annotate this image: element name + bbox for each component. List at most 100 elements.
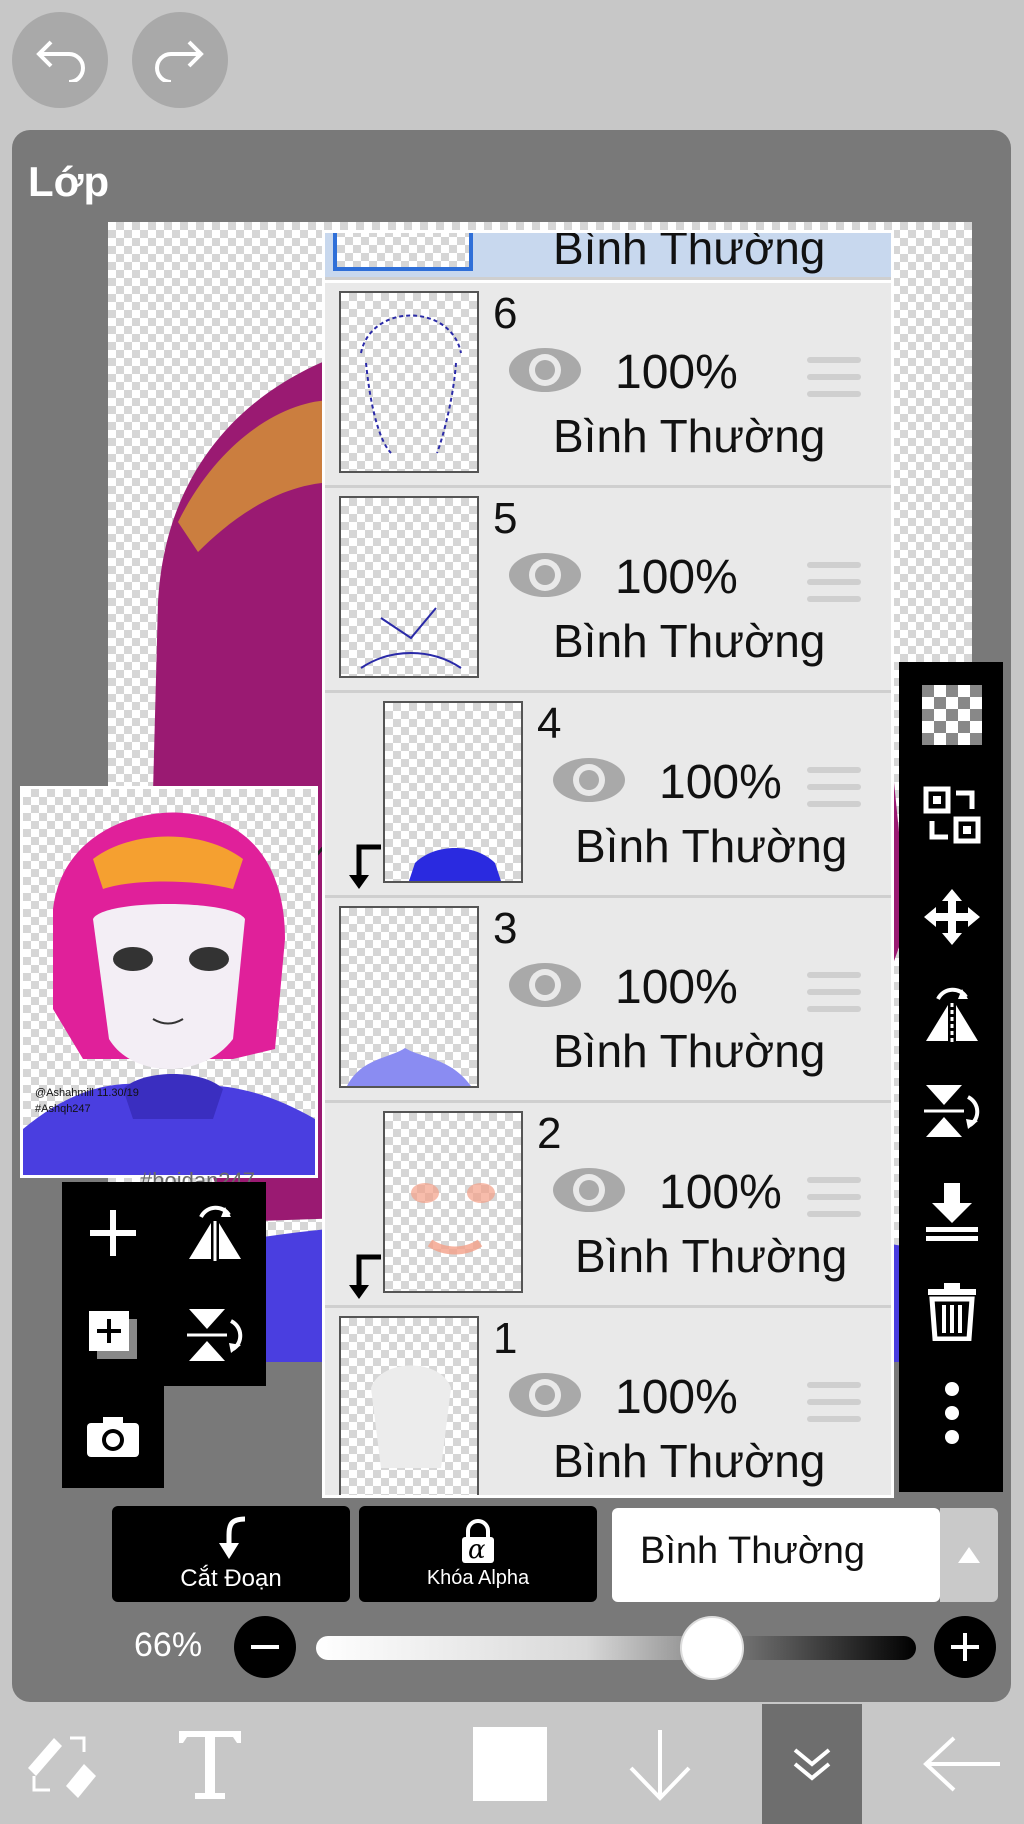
- minus-icon: [251, 1645, 279, 1649]
- canvas-preview: @Ashahmill 11.30/19 #Ashqh247: [20, 786, 318, 1178]
- panel-title: Lớp: [28, 158, 110, 205]
- opacity-decrease-button[interactable]: [234, 1616, 296, 1678]
- layer-thumbnail: [383, 1111, 523, 1293]
- layer-blend-mode: Bình Thường: [553, 615, 826, 667]
- layer-row-selected[interactable]: Bình Thường: [325, 230, 891, 280]
- layer-opacity[interactable]: 100%: [615, 550, 738, 605]
- flip-horizontal-canvas-button[interactable]: [164, 1182, 266, 1284]
- checkerboard-icon: [922, 685, 982, 745]
- flip-vertical-canvas-button[interactable]: [164, 1284, 266, 1386]
- layer-row-2[interactable]: 2 100% Bình Thường: [325, 1103, 891, 1308]
- scroll-down-button[interactable]: [610, 1704, 710, 1824]
- visibility-eye-icon[interactable]: [551, 755, 627, 805]
- duplicate-layer-icon: [89, 1311, 137, 1359]
- text-tool-icon: [179, 1731, 241, 1799]
- more-options-button[interactable]: [921, 1382, 983, 1444]
- layer-thumbnail: [339, 906, 479, 1088]
- clipping-button[interactable]: Cắt Đoạn: [112, 1506, 350, 1602]
- move-icon: [924, 889, 980, 945]
- drag-handle-icon[interactable]: [807, 972, 861, 1016]
- merge-down-icon: [926, 1183, 978, 1241]
- drag-handle-icon[interactable]: [807, 1177, 861, 1221]
- layer-opacity[interactable]: 100%: [659, 755, 782, 810]
- blend-mode-dropdown-button[interactable]: [940, 1508, 998, 1602]
- import-photo-button[interactable]: [62, 1386, 164, 1488]
- clipping-label: Cắt Đoạn: [180, 1565, 282, 1592]
- layer-row-1[interactable]: 1 100% Bình Thường: [325, 1308, 891, 1495]
- arrow-left-icon: [923, 1736, 1000, 1792]
- back-button[interactable]: [912, 1704, 1012, 1824]
- alpha-lock-button[interactable]: α Khóa Alpha: [359, 1506, 597, 1602]
- visibility-eye-icon[interactable]: [507, 345, 583, 395]
- opacity-slider-thumb[interactable]: [680, 1616, 744, 1680]
- add-layer-button[interactable]: [62, 1182, 164, 1284]
- clipping-arrow-icon: [219, 1516, 246, 1559]
- merge-down-button[interactable]: [921, 1180, 983, 1242]
- layer-blend-mode: Bình Thường: [553, 1435, 826, 1487]
- layer-number: 6: [493, 289, 518, 338]
- redo-button[interactable]: [132, 12, 228, 108]
- layer-row-6[interactable]: 6 100% Bình Thường: [325, 283, 891, 488]
- layer-blend-mode: Bình Thường: [553, 410, 826, 462]
- swap-layers-icon: [923, 786, 981, 844]
- blend-mode-select[interactable]: Bình Thường: [612, 1508, 940, 1602]
- clipping-arrow-icon: [349, 1254, 381, 1299]
- signature-line: #Ashqh247: [35, 1103, 91, 1115]
- flip-horizontal-button[interactable]: [921, 984, 983, 1046]
- collapse-panel-button[interactable]: [762, 1704, 862, 1824]
- plus-icon: [90, 1210, 136, 1256]
- drag-handle-icon[interactable]: [807, 562, 861, 606]
- drag-handle-icon[interactable]: [807, 1382, 861, 1426]
- layer-blend-mode: Bình Thường: [575, 820, 848, 872]
- layer-thumbnail: [333, 233, 473, 271]
- layer-blend-mode: Bình Thường: [553, 230, 826, 274]
- layer-row-4[interactable]: 4 100% Bình Thường: [325, 693, 891, 898]
- drag-handle-icon[interactable]: [807, 357, 861, 401]
- flip-horizontal-icon: [189, 1205, 241, 1261]
- text-tool-button[interactable]: [160, 1704, 260, 1824]
- layer-opacity[interactable]: 100%: [615, 345, 738, 400]
- duplicate-layer-button[interactable]: [62, 1284, 164, 1386]
- bottom-toolbar: [0, 1704, 1024, 1824]
- redo-icon: [155, 40, 204, 82]
- layer-row-3[interactable]: 3 100% Bình Thường: [325, 898, 891, 1103]
- swap-layer-button[interactable]: [921, 784, 983, 846]
- layer-list[interactable]: Bình Thường 6 100% Bình Thường 5 100% Bì…: [322, 230, 894, 1498]
- transparency-checker-button[interactable]: [921, 684, 983, 746]
- layer-blend-mode: Bình Thường: [553, 1025, 826, 1077]
- brush-eraser-icon: [28, 1736, 96, 1798]
- layer-thumbnail: [339, 1316, 479, 1495]
- visibility-eye-icon[interactable]: [507, 960, 583, 1010]
- plus-icon: [951, 1633, 979, 1661]
- layer-tools-bar: [899, 662, 1003, 1492]
- flip-vertical-icon: [187, 1309, 243, 1361]
- visibility-eye-icon[interactable]: [507, 550, 583, 600]
- chevron-double-down-icon: [793, 1748, 831, 1781]
- trash-icon: [928, 1283, 976, 1341]
- artist-signature: @Ashahmill 11.30/19 #Ashqh247: [35, 1085, 139, 1117]
- layer-opacity[interactable]: 100%: [659, 1165, 782, 1220]
- undo-button[interactable]: [12, 12, 108, 108]
- lock-icon: α: [458, 1518, 498, 1565]
- layer-number: 2: [537, 1109, 562, 1158]
- delete-layer-button[interactable]: [921, 1280, 983, 1342]
- drag-handle-icon[interactable]: [807, 767, 861, 811]
- flip-vertical-button[interactable]: [921, 1080, 983, 1142]
- opacity-slider[interactable]: [316, 1616, 916, 1680]
- layer-row-5[interactable]: 5 100% Bình Thường: [325, 488, 891, 693]
- more-vertical-icon: [945, 1382, 959, 1444]
- layer-number: 5: [493, 494, 518, 543]
- layer-opacity[interactable]: 100%: [615, 1370, 738, 1425]
- brush-eraser-toggle-button[interactable]: [10, 1704, 110, 1824]
- visibility-eye-icon[interactable]: [507, 1370, 583, 1420]
- opacity-percent-label: 66%: [134, 1626, 203, 1664]
- alpha-symbol: α: [468, 1534, 486, 1565]
- layer-thumbnail: [383, 701, 523, 883]
- layer-opacity[interactable]: 100%: [615, 960, 738, 1015]
- undo-icon: [36, 40, 85, 82]
- move-layer-button[interactable]: [921, 886, 983, 948]
- layer-number: 3: [493, 904, 518, 953]
- color-swatch-button[interactable]: [460, 1704, 560, 1824]
- opacity-increase-button[interactable]: [934, 1616, 996, 1678]
- visibility-eye-icon[interactable]: [551, 1165, 627, 1215]
